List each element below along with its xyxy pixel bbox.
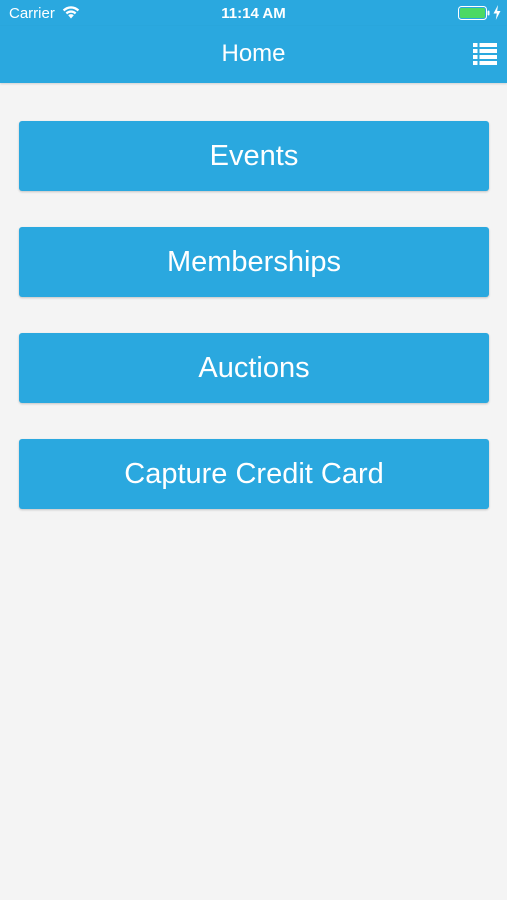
battery-icon [458, 6, 490, 20]
navigation-bar: Home [0, 26, 507, 83]
list-icon[interactable] [473, 43, 497, 65]
home-menu: Events Memberships Auctions Capture Cred… [19, 121, 489, 545]
home-screen: Carrier 11:14 AM Home Events Memberships… [0, 0, 507, 900]
events-button[interactable]: Events [19, 121, 489, 191]
status-bar: Carrier 11:14 AM [0, 0, 507, 26]
auctions-button[interactable]: Auctions [19, 333, 489, 403]
status-time: 11:14 AM [221, 5, 286, 22]
memberships-button[interactable]: Memberships [19, 227, 489, 297]
capture-credit-card-button[interactable]: Capture Credit Card [19, 439, 489, 509]
charging-bolt-icon [493, 5, 501, 20]
page-title: Home [221, 40, 286, 67]
